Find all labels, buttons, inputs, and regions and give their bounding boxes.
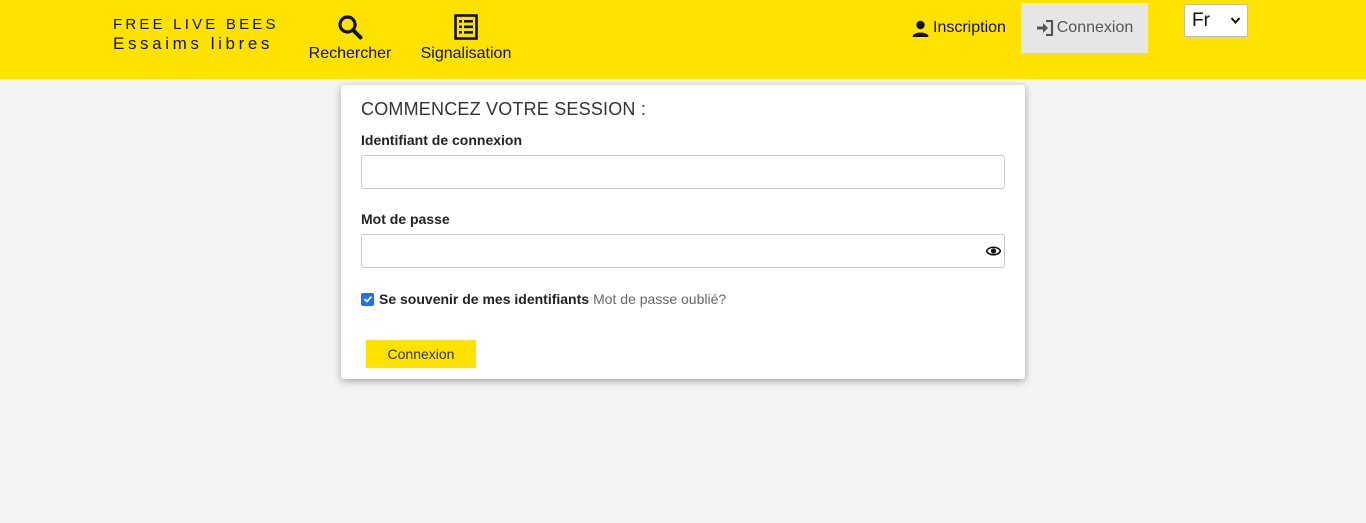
nav-report-label: Signalisation — [420, 45, 512, 62]
remember-me-checkbox[interactable] — [361, 292, 374, 306]
top-navbar: FREE LIVE BEES Essaims libres Rechercher… — [0, 0, 1366, 79]
list-icon — [454, 12, 478, 42]
forgot-password-link[interactable]: Mot de passe oublié? — [593, 291, 726, 307]
brand-logo[interactable]: FREE LIVE BEES Essaims libres — [113, 16, 279, 54]
nav-report-link[interactable]: Signalisation — [420, 12, 512, 63]
login-nav-button[interactable]: Connexion — [1021, 3, 1148, 53]
chevron-down-icon — [1230, 17, 1241, 25]
password-input[interactable] — [361, 234, 1005, 268]
brand-title: FREE LIVE BEES — [113, 16, 279, 33]
remember-me-label[interactable]: Se souvenir de mes identifiants — [379, 291, 589, 307]
login-title: COMMENCEZ VOTRE SESSION : — [361, 99, 647, 119]
register-label: Inscription — [933, 19, 1006, 36]
register-link[interactable]: Inscription — [912, 17, 1006, 39]
remember-me-row: Se souvenir de mes identifiants Mot de p… — [361, 291, 726, 307]
nav-search-label: Rechercher — [308, 45, 392, 62]
password-label: Mot de passe — [361, 211, 450, 227]
username-label: Identifiant de connexion — [361, 132, 523, 148]
language-select[interactable]: Fr — [1184, 4, 1248, 37]
eye-icon[interactable] — [986, 245, 1001, 257]
search-icon — [337, 12, 363, 42]
login-nav-label: Connexion — [1056, 19, 1134, 36]
nav-search-link[interactable]: Rechercher — [308, 12, 392, 63]
brand-subtitle: Essaims libres — [113, 34, 273, 53]
checkmark-icon — [363, 295, 372, 303]
username-input[interactable] — [361, 155, 1005, 189]
language-selected-value: Fr — [1192, 9, 1210, 31]
login-submit-button[interactable]: Connexion — [366, 340, 476, 368]
user-icon — [912, 20, 929, 37]
sign-in-icon — [1036, 20, 1053, 36]
login-card: COMMENCEZ VOTRE SESSION : Identifiant de… — [341, 85, 1025, 379]
